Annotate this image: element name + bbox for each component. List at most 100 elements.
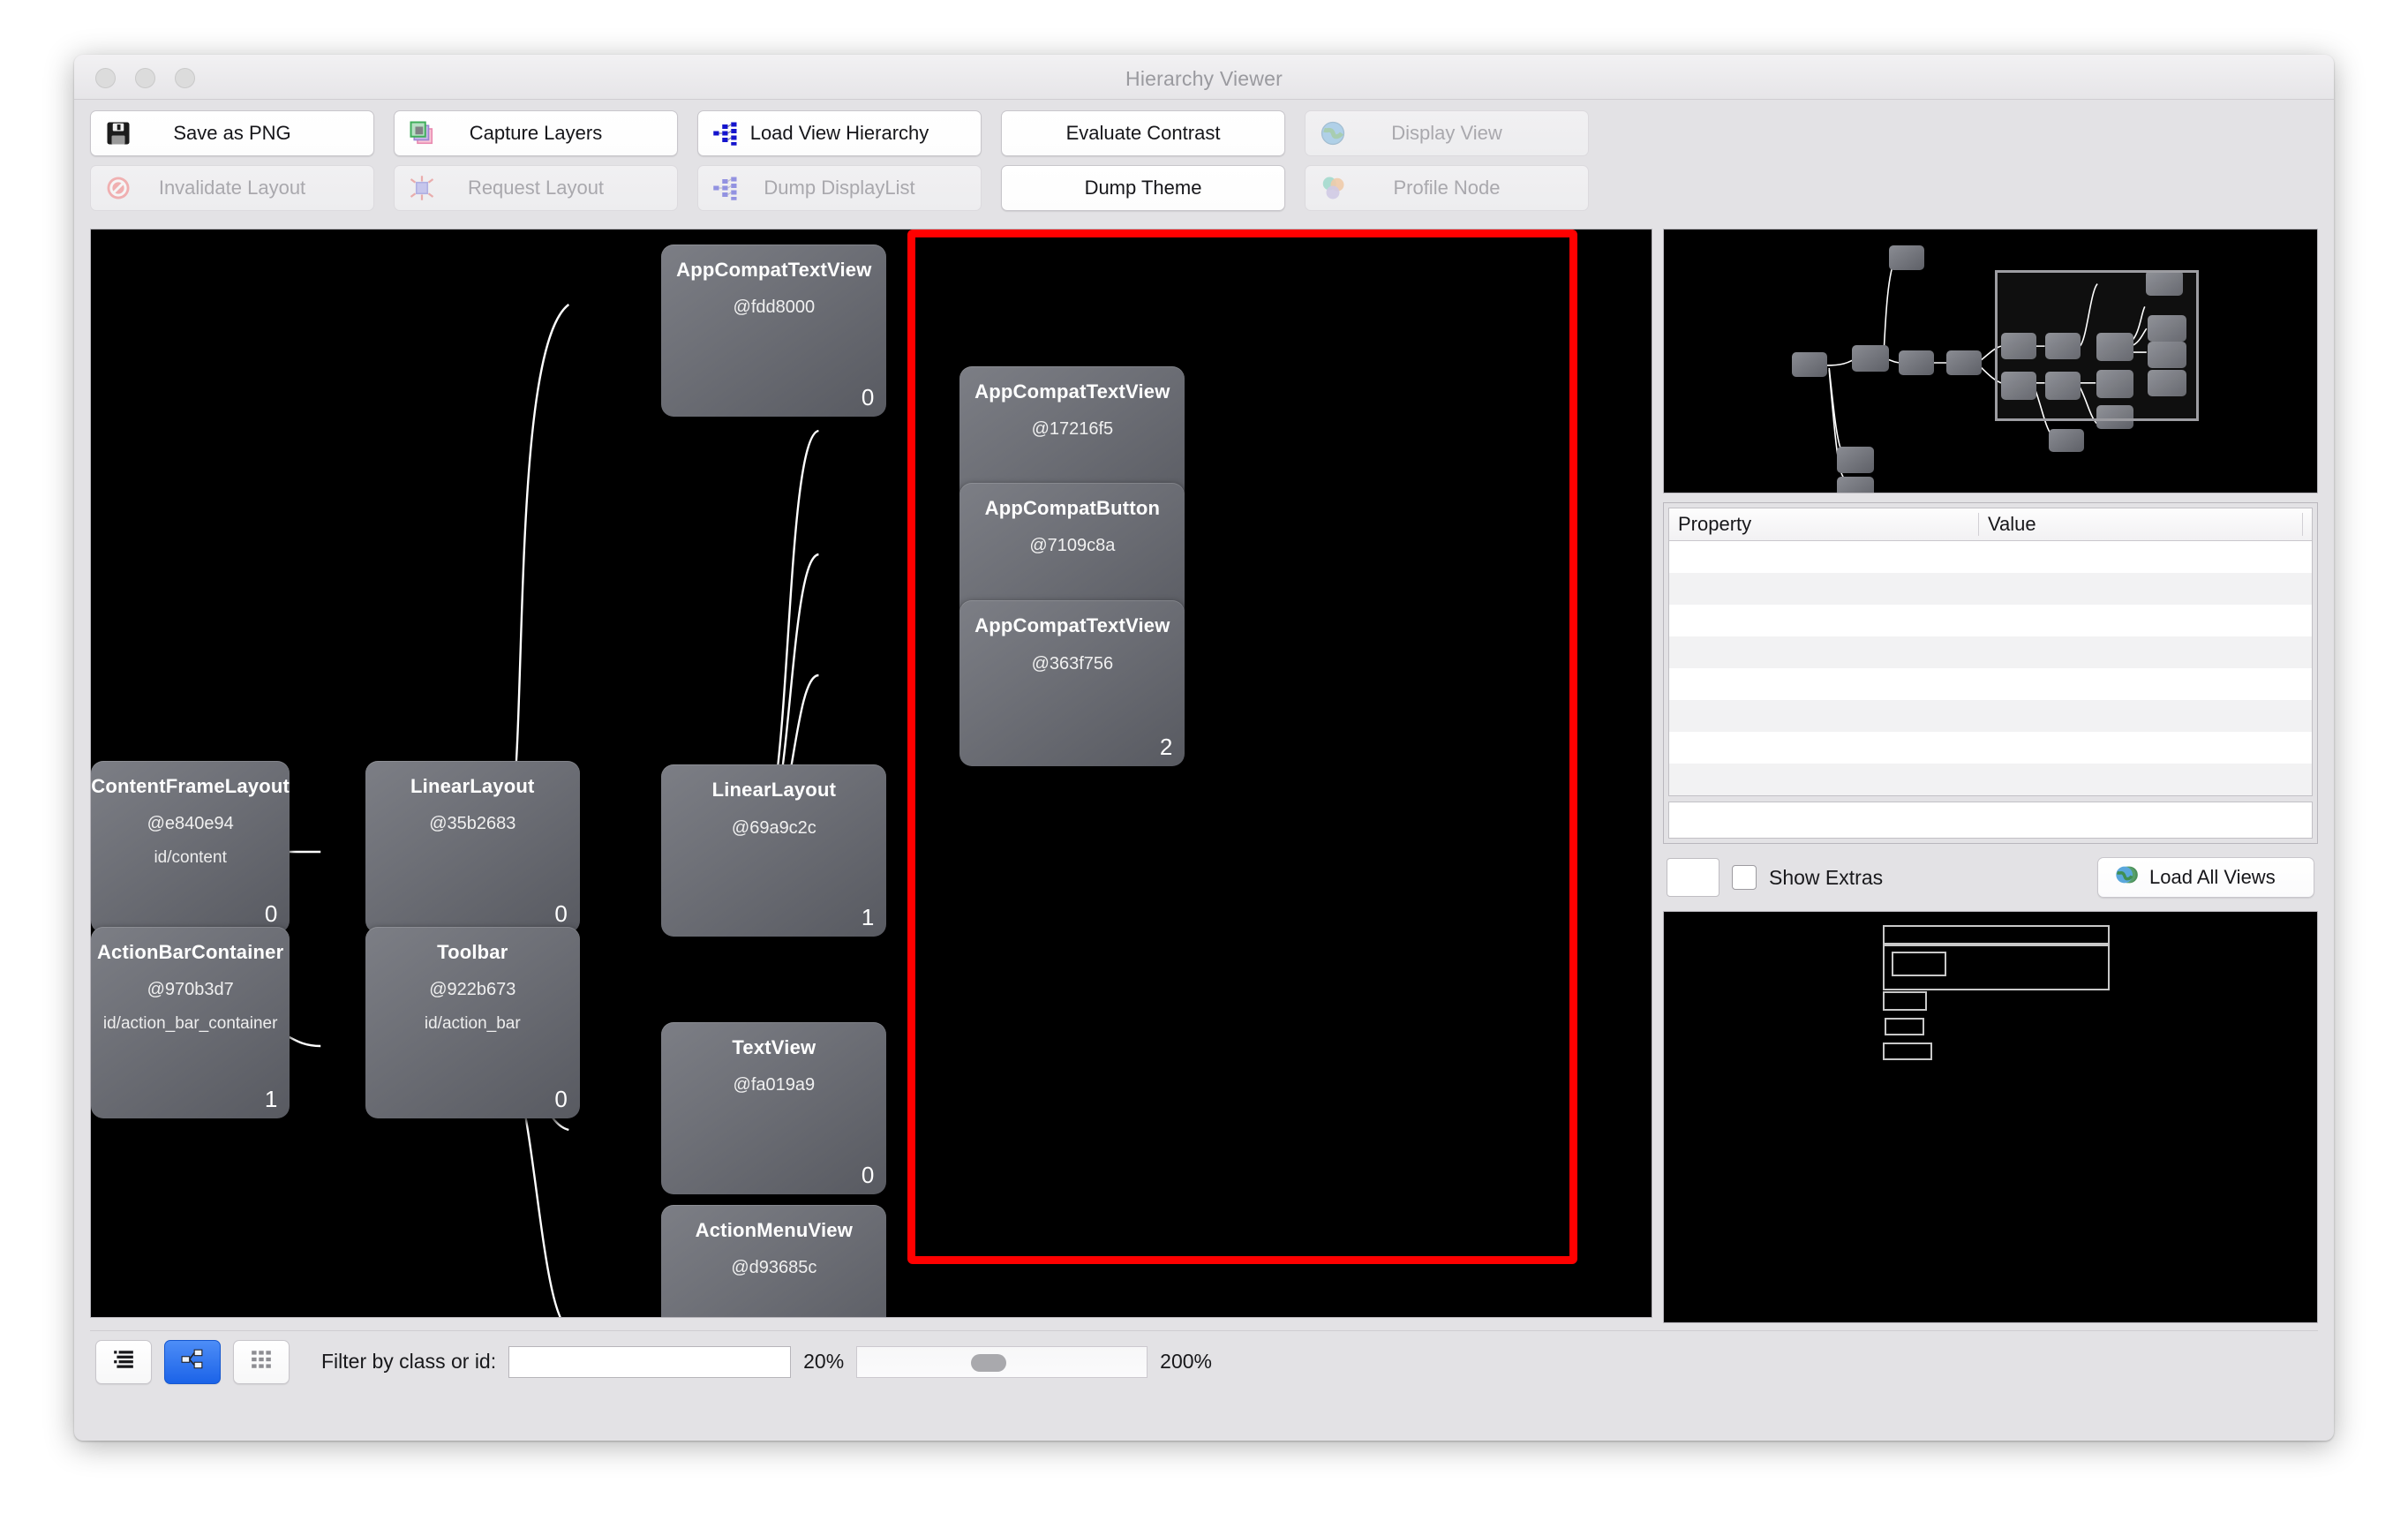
evaluate-contrast-label: Evaluate Contrast [1065, 122, 1221, 144]
node-class-name: AppCompatTextView [974, 380, 1170, 403]
hierarchy-viewer-window: Hierarchy Viewer Save as PNG Capture Lay… [74, 55, 2334, 1441]
venn-icon [1320, 175, 1346, 201]
preview-box [1892, 952, 1946, 976]
zoom-slider[interactable] [856, 1345, 1148, 1378]
zoom-min-label: 20% [803, 1350, 845, 1373]
preview-box [1883, 925, 2110, 945]
save-as-png-label: Save as PNG [173, 122, 291, 144]
main-toolbar: Save as PNG Capture Layers Load View Hie… [74, 100, 2334, 229]
grid-view-button[interactable] [233, 1339, 290, 1384]
node-child-count: 1 [264, 1086, 278, 1113]
node-hash: @d93685c [731, 1257, 817, 1277]
zoom-slider-thumb[interactable] [970, 1353, 1006, 1372]
dump-displaylist-button[interactable]: Dump DisplayList [697, 165, 982, 211]
status-bar: Filter by class or id: 20% 200% [90, 1330, 2318, 1392]
node-hash: @fa019a9 [733, 1075, 816, 1095]
no-entry-icon [105, 175, 132, 201]
profile-node-button[interactable]: Profile Node [1305, 165, 1589, 211]
minimap-viewport[interactable] [1995, 270, 2199, 421]
evaluate-contrast-button[interactable]: Evaluate Contrast [1001, 110, 1285, 156]
node-hash: @35b2683 [429, 813, 516, 833]
property-table[interactable]: Property Value [1668, 508, 2313, 796]
node-hash: @970b3d7 [147, 979, 234, 999]
minimap-node [1899, 350, 1934, 375]
graph-node[interactable]: ActionMenuView @d93685c [661, 1204, 887, 1317]
preview-box [1883, 991, 1927, 1011]
node-class-name: Toolbar [437, 940, 508, 963]
node-hash: @fdd8000 [733, 297, 816, 318]
property-table-row[interactable] [1669, 732, 2312, 764]
node-child-count: 1 [861, 904, 875, 931]
property-table-row[interactable] [1669, 700, 2312, 732]
node-class-name: LinearLayout [410, 774, 535, 797]
graph-node[interactable]: ActionBarContainer @970b3d7 id/action_bar_… [91, 926, 290, 1119]
property-table-row[interactable] [1669, 605, 2312, 636]
graph-node[interactable]: AppCompatTextView @363f756 2 [959, 600, 1185, 766]
window-title: Hierarchy Viewer [1125, 67, 1283, 90]
property-table-row[interactable] [1669, 573, 2312, 605]
right-panel: Property Value Show Extras Load All View [1663, 229, 2318, 1323]
node-hash: @17216f5 [1031, 419, 1114, 440]
globe-stack-icon [2114, 862, 2139, 892]
profile-node-label: Profile Node [1393, 177, 1501, 199]
graph-node[interactable]: LinearLayout @69a9c2c 1 [661, 764, 887, 937]
resize-icon [409, 175, 435, 201]
node-hash: @69a9c2c [731, 817, 816, 838]
property-table-row[interactable] [1669, 541, 2312, 573]
preview-box [1885, 1018, 1924, 1035]
load-all-views-button[interactable]: Load All Views [2097, 857, 2314, 898]
filter-label: Filter by class or id: [321, 1350, 497, 1373]
node-class-name: ActionBarContainer [96, 940, 284, 963]
load-all-views-label: Load All Views [2149, 866, 2276, 888]
capture-layers-button[interactable]: Capture Layers [394, 110, 678, 156]
display-view-label: Display View [1391, 122, 1502, 144]
minimap-node [1889, 245, 1924, 270]
node-class-name: AppCompatTextView [974, 614, 1170, 637]
dump-theme-button[interactable]: Dump Theme [1001, 165, 1285, 211]
node-child-count: 0 [554, 1086, 568, 1113]
node-graph-canvas[interactable]: ContentFrameLayout @e840e94 id/content 0 Lin… [90, 229, 1652, 1318]
minimap-node [1852, 345, 1889, 372]
graph-node[interactable]: LinearLayout @35b2683 0 [365, 760, 580, 933]
show-extras-checkbox[interactable] [1732, 865, 1757, 890]
tree-nodes-icon [712, 120, 739, 147]
request-layout-button[interactable]: Request Layout [394, 165, 678, 211]
graph-node[interactable]: Toolbar @922b673 id/action_bar 0 [365, 926, 580, 1119]
node-view-id: id/content [154, 847, 227, 867]
property-value-field[interactable] [1668, 802, 2313, 839]
node-child-count: 0 [861, 383, 875, 410]
display-view-button[interactable]: Display View [1305, 110, 1589, 156]
graph-icon [181, 1348, 204, 1375]
node-class-name: LinearLayout [711, 779, 837, 802]
property-table-row[interactable] [1669, 636, 2312, 668]
tree-list-view-button[interactable] [95, 1339, 152, 1384]
minimap-overview[interactable] [1663, 229, 2318, 493]
filter-input[interactable] [508, 1345, 792, 1378]
node-view-id: id/action_bar [424, 1013, 521, 1033]
column-header-value[interactable]: Value [1979, 513, 2303, 536]
view-preview-panel[interactable] [1663, 911, 2318, 1323]
node-graph-view-button[interactable] [164, 1339, 221, 1384]
save-as-png-button[interactable]: Save as PNG [90, 110, 374, 156]
globe-icon [1320, 120, 1346, 147]
node-hash: @363f756 [1031, 653, 1114, 674]
color-swatch[interactable] [1667, 858, 1719, 897]
column-header-property[interactable]: Property [1669, 513, 1980, 536]
graph-node[interactable]: AppCompatTextView @fdd8000 0 [661, 244, 887, 417]
minimap-node [2049, 429, 2084, 453]
property-table-row[interactable] [1669, 668, 2312, 700]
grid-icon [250, 1348, 273, 1375]
layers-icon [409, 120, 435, 147]
invalidate-layout-button[interactable]: Invalidate Layout [90, 165, 374, 211]
dump-displaylist-label: Dump DisplayList [764, 177, 915, 199]
property-table-row[interactable] [1669, 764, 2312, 795]
zoom-max-label: 200% [1160, 1350, 1212, 1373]
preview-box [1883, 1043, 1932, 1060]
dump-theme-label: Dump Theme [1084, 177, 1202, 199]
node-child-count: 0 [861, 1161, 875, 1188]
graph-node[interactable]: TextView @fa019a9 0 [661, 1021, 887, 1194]
window-title-bar: Hierarchy Viewer [74, 55, 2334, 100]
list-icon [112, 1348, 135, 1375]
load-view-hierarchy-button[interactable]: Load View Hierarchy [697, 110, 982, 156]
graph-node[interactable]: ContentFrameLayout @e840e94 id/content 0 [91, 760, 290, 933]
